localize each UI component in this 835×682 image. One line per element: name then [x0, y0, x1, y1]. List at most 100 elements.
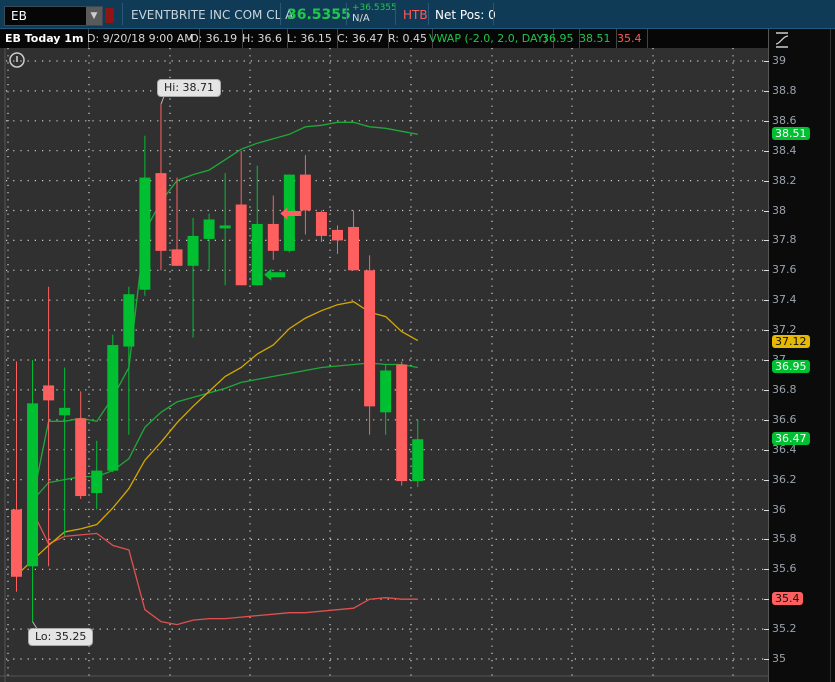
chevron-down-icon[interactable]: ▼	[86, 7, 102, 25]
bar-low: L: 36.15	[282, 29, 338, 48]
candle-down	[75, 418, 87, 497]
candle-down	[267, 223, 279, 251]
divider	[122, 3, 123, 25]
price-marker-label: 35.4	[772, 592, 803, 606]
price-tick-label: 37.6	[772, 263, 797, 277]
candle-up	[27, 403, 39, 567]
price-tick-label: 36	[772, 502, 786, 516]
candle-up	[251, 223, 263, 286]
axis-tick-mark	[764, 539, 769, 541]
last-price: 36.5355	[287, 7, 351, 23]
axis-tick-mark	[764, 479, 769, 481]
chart-header: EB Today 1m D: 9/20/18 9:00 AM O: 36.19 …	[0, 29, 768, 48]
price-marker-label: 37.12	[772, 335, 810, 349]
candle-down	[348, 226, 360, 271]
quote-toolbar: EB ▼ EVENTBRITE INC COM CL A 36.5355 +36…	[0, 0, 835, 29]
candle-down	[332, 229, 343, 241]
divider	[395, 3, 396, 25]
axis-tick-mark	[764, 509, 769, 511]
axis-tick-mark	[764, 389, 769, 391]
candle-down	[364, 270, 376, 407]
candle-down	[396, 364, 408, 482]
candle-up	[139, 177, 151, 290]
candle-down	[171, 249, 183, 266]
price-tick-label: 36.8	[772, 382, 797, 396]
axis-tick-mark	[764, 120, 769, 122]
axis-tick-mark	[764, 360, 769, 361]
axis-tick-mark	[764, 599, 769, 601]
candle-up	[107, 345, 119, 471]
candle-up	[412, 439, 424, 482]
axis-tick-mark	[764, 150, 769, 152]
price-tick-label: 35.6	[772, 562, 797, 576]
percent-change: N/A	[352, 13, 370, 24]
candle-down	[11, 509, 22, 577]
price-tick-label: 37.8	[772, 233, 797, 247]
net-position: Net Pos: 0	[435, 8, 496, 22]
axis-tick-mark	[764, 569, 769, 571]
symbol-selector[interactable]: EB ▼	[4, 6, 103, 26]
candle-down	[43, 385, 55, 401]
study-name[interactable]: VWAP (-2.0, 2.0, DAY)	[424, 29, 554, 48]
price-tick-label: 38.8	[772, 83, 797, 97]
candle-up	[187, 235, 199, 266]
low-label: Lo: 35.25	[28, 628, 94, 646]
candle-down	[299, 174, 311, 211]
axis-tick-mark	[764, 240, 769, 242]
price-tick-label: 38.6	[772, 113, 797, 127]
axis-tick-mark	[764, 629, 769, 631]
price-tick-label: 38.4	[772, 143, 797, 157]
axis-tick-mark	[764, 61, 769, 62]
bar-close: C: 36.47	[332, 29, 390, 48]
divider	[280, 3, 281, 25]
study-lower-value: 35.4	[612, 29, 648, 48]
side-panel-edge	[830, 29, 835, 682]
price-tick-label: 36.6	[772, 412, 797, 426]
price-tick-label: 36.4	[772, 442, 797, 456]
price-marker-label: 36.47	[772, 432, 810, 446]
candle-down	[155, 173, 167, 251]
study-upper-value: 38.51	[574, 29, 617, 48]
bar-high: H: 36.6	[237, 29, 288, 48]
axis-tick-mark	[764, 449, 769, 451]
high-label: Hi: 38.71	[157, 79, 222, 97]
axis-tick-mark	[764, 90, 769, 92]
axis-tick-mark	[764, 419, 769, 421]
net-change: +36.5355	[352, 3, 397, 13]
symbol-input[interactable]: EB	[11, 8, 27, 24]
price-tick-label: 36.2	[772, 472, 797, 486]
chart-style-icon[interactable]	[774, 31, 794, 49]
bar-date: D: 9/20/18 9:00 AM	[82, 29, 200, 48]
axis-tick-mark	[764, 270, 769, 272]
candle-up	[219, 225, 231, 229]
candle-up	[91, 470, 103, 494]
price-tick-label: 35.8	[772, 532, 797, 546]
price-tick-label: 39	[772, 54, 786, 67]
axis-tick-mark	[764, 659, 769, 660]
axis-tick-mark	[764, 210, 769, 212]
price-chart[interactable]	[0, 48, 768, 682]
candle-down	[235, 204, 247, 286]
divider	[346, 3, 347, 25]
divider	[428, 3, 429, 25]
price-tick-label: 37.4	[772, 293, 797, 307]
candle-up	[59, 407, 71, 416]
company-name: EVENTBRITE INC COM CL A	[131, 8, 294, 22]
price-tick-label: 38	[772, 203, 786, 217]
candle-up	[123, 294, 135, 347]
price-tick-label: 35.2	[772, 622, 797, 636]
axis-tick-mark	[764, 330, 769, 332]
axis-tick-mark	[764, 300, 769, 302]
link-group-icon[interactable]	[105, 8, 114, 23]
htb-badge: HTB	[403, 8, 428, 22]
axis-tick-mark	[764, 180, 769, 182]
candle-down	[315, 211, 327, 236]
divider	[493, 3, 494, 25]
chart-title[interactable]: EB Today 1m	[0, 29, 90, 48]
candle-up	[203, 219, 215, 239]
price-tick-label: 38.2	[772, 173, 797, 187]
price-marker-label: 36.95	[772, 360, 810, 374]
price-marker-label: 38.51	[772, 127, 810, 141]
price-axis[interactable]: 3938.838.638.438.23837.837.637.437.23736…	[764, 29, 831, 682]
bar-open: O: 36.19	[185, 29, 244, 48]
